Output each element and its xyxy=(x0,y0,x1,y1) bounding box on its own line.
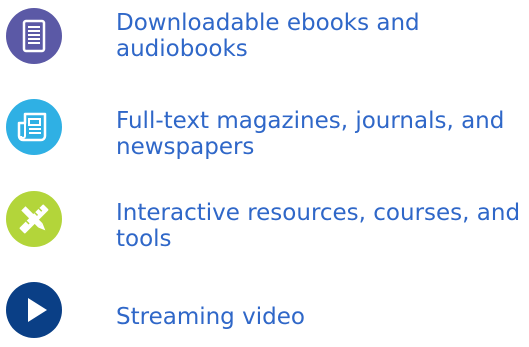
ebook-reader-icon xyxy=(6,8,62,64)
tools-icon xyxy=(6,191,62,247)
play-icon xyxy=(6,282,62,338)
item-label: Full-text magazines, journals, and newsp… xyxy=(116,108,505,160)
item-label: Streaming video xyxy=(116,304,305,330)
list-item-resources: Interactive resources, courses, and tool… xyxy=(0,180,529,264)
item-label: Downloadable ebooks and audiobooks xyxy=(116,10,420,62)
list-item-magazines: Full-text magazines, journals, and newsp… xyxy=(0,89,529,173)
resource-type-list: Downloadable ebooks and audiobooks Full-… xyxy=(0,0,529,347)
newspaper-icon xyxy=(6,99,62,155)
list-item-ebooks: Downloadable ebooks and audiobooks xyxy=(0,0,529,84)
list-item-video: Streaming video xyxy=(0,272,529,347)
item-label: Interactive resources, courses, and tool… xyxy=(116,200,521,252)
